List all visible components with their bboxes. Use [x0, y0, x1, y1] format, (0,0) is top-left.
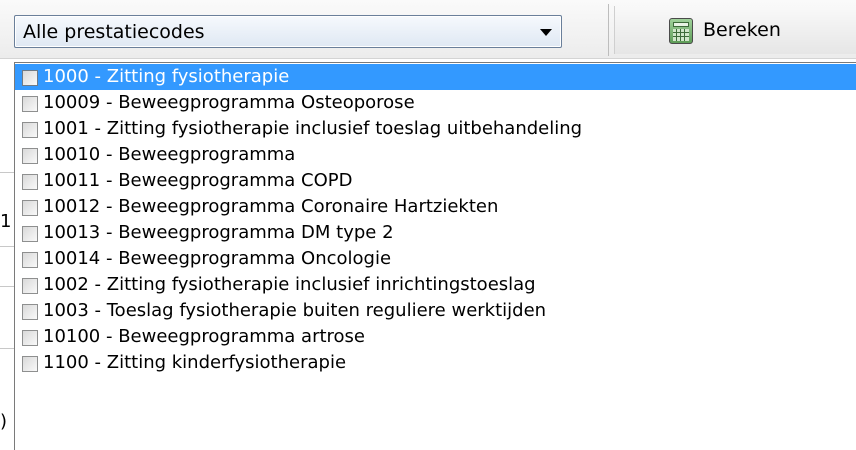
background-row-divider: [0, 348, 14, 349]
chevron-down-icon[interactable]: [540, 29, 552, 36]
prestatiecode-dropdown-list[interactable]: 1000 - Zitting fysiotherapie 10009 - Bewe…: [14, 62, 856, 450]
calculator-icon: [669, 18, 693, 44]
list-item[interactable]: 10014 - Beweegprogramma Oncologie: [15, 246, 856, 272]
background-cell-fragment: 1: [0, 212, 12, 232]
list-item-label: 10009 - Beweegprogramma Osteoporose: [43, 92, 415, 113]
combobox-selected-value: Alle prestatiecodes: [23, 21, 205, 43]
checkbox-icon[interactable]: [22, 226, 38, 242]
background-cell-fragment: ): [0, 412, 8, 432]
list-item[interactable]: 1100 - Zitting kinderfysiotherapie: [15, 350, 856, 376]
list-item[interactable]: 10012 - Beweegprogramma Coronaire Hartzi…: [15, 194, 856, 220]
toolbar: Alle prestatiecodes Bereken: [0, 0, 856, 59]
list-item[interactable]: 10010 - Beweegprogramma: [15, 142, 856, 168]
list-item-label: 10011 - Beweegprogramma COPD: [43, 170, 353, 191]
checkbox-icon[interactable]: [22, 330, 38, 346]
list-item[interactable]: 1001 - Zitting fysiotherapie inclusief t…: [15, 116, 856, 142]
calculate-button[interactable]: Bereken: [614, 6, 856, 54]
list-item[interactable]: 1000 - Zitting fysiotherapie: [15, 64, 856, 90]
list-item-label: 10012 - Beweegprogramma Coronaire Hartzi…: [43, 196, 499, 217]
list-item-label: 10013 - Beweegprogramma DM type 2: [43, 222, 394, 243]
list-item-label: 1100 - Zitting kinderfysiotherapie: [43, 352, 347, 373]
list-item[interactable]: 10013 - Beweegprogramma DM type 2: [15, 220, 856, 246]
prestatiecode-filter-combobox[interactable]: Alle prestatiecodes: [14, 15, 562, 48]
background-row-divider: [0, 286, 14, 287]
list-item-label: 1000 - Zitting fysiotherapie: [43, 66, 290, 87]
toolbar-separator: [608, 4, 609, 56]
checkbox-icon[interactable]: [22, 200, 38, 216]
background-row-divider: [0, 246, 14, 247]
background-row-divider: [0, 172, 14, 173]
list-item[interactable]: 10009 - Beweegprogramma Osteoporose: [15, 90, 856, 116]
checkbox-icon[interactable]: [22, 278, 38, 294]
list-item-label: 1001 - Zitting fysiotherapie inclusief t…: [43, 118, 583, 139]
list-item-label: 10014 - Beweegprogramma Oncologie: [43, 248, 392, 269]
checkbox-icon[interactable]: [22, 304, 38, 320]
list-item[interactable]: 1002 - Zitting fysiotherapie inclusief i…: [15, 272, 856, 298]
checkbox-icon[interactable]: [22, 252, 38, 268]
list-item[interactable]: 10100 - Beweegprogramma artrose: [15, 324, 856, 350]
checkbox-icon[interactable]: [22, 148, 38, 164]
checkbox-icon[interactable]: [22, 70, 38, 86]
list-item[interactable]: 1003 - Toeslag fysiotherapie buiten regu…: [15, 298, 856, 324]
list-item-label: 1003 - Toeslag fysiotherapie buiten regu…: [43, 300, 547, 321]
list-item-label: 10010 - Beweegprogramma: [43, 144, 296, 165]
checkbox-icon[interactable]: [22, 122, 38, 138]
checkbox-icon[interactable]: [22, 174, 38, 190]
checkbox-icon[interactable]: [22, 356, 38, 372]
checkbox-icon[interactable]: [22, 96, 38, 112]
calculate-button-label: Bereken: [703, 19, 781, 41]
list-item-label: 1002 - Zitting fysiotherapie inclusief i…: [43, 274, 536, 295]
list-item-label: 10100 - Beweegprogramma artrose: [43, 326, 365, 347]
list-item[interactable]: 10011 - Beweegprogramma COPD: [15, 168, 856, 194]
